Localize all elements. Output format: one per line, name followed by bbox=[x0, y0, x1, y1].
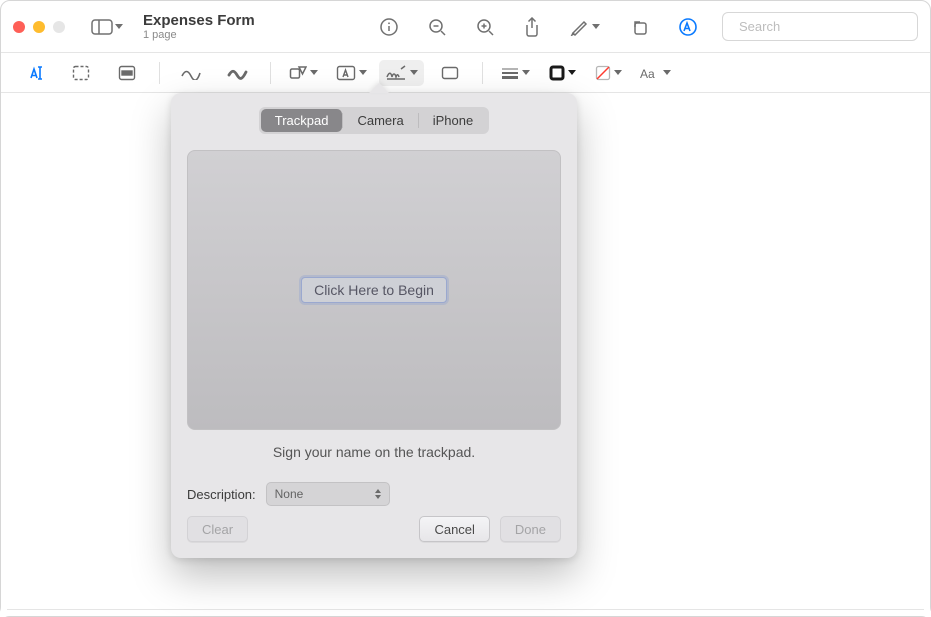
share-icon bbox=[524, 17, 540, 37]
redact-icon bbox=[118, 65, 136, 81]
done-button[interactable]: Done bbox=[500, 516, 561, 542]
zoom-in-icon bbox=[476, 18, 494, 36]
toolbar-right bbox=[374, 12, 918, 41]
chevron-down-icon bbox=[522, 70, 530, 75]
text-selection-tool[interactable] bbox=[15, 60, 55, 86]
signature-hint: Sign your name on the trackpad. bbox=[187, 444, 561, 460]
separator bbox=[482, 62, 483, 84]
info-button[interactable] bbox=[374, 13, 404, 41]
signature-tab-camera[interactable]: Camera bbox=[343, 109, 417, 132]
description-row: Description: None bbox=[187, 482, 561, 506]
text-cursor-icon bbox=[26, 64, 44, 82]
separator bbox=[270, 62, 271, 84]
chevron-down-icon bbox=[310, 70, 318, 75]
note-icon bbox=[441, 66, 459, 80]
sketch-tool[interactable] bbox=[172, 60, 212, 86]
rect-selection-tool[interactable] bbox=[61, 60, 101, 86]
signature-tool[interactable] bbox=[379, 60, 424, 86]
rotate-button[interactable] bbox=[624, 13, 654, 41]
note-tool[interactable] bbox=[430, 60, 470, 86]
updown-stepper-icon bbox=[373, 488, 383, 500]
chevron-down-icon bbox=[115, 24, 123, 29]
chevron-down-icon bbox=[410, 70, 418, 75]
signature-source-segmented-control: Trackpad Camera iPhone bbox=[259, 107, 489, 134]
search-input[interactable] bbox=[737, 18, 917, 35]
chevron-down-icon bbox=[568, 70, 576, 75]
svg-text:Aa: Aa bbox=[640, 67, 655, 80]
rect-select-icon bbox=[72, 65, 90, 81]
text-box-tool[interactable] bbox=[330, 60, 373, 86]
chevron-down-icon bbox=[614, 70, 622, 75]
redact-tool[interactable] bbox=[107, 60, 147, 86]
shapes-tool[interactable] bbox=[283, 60, 324, 86]
shapes-icon bbox=[289, 65, 307, 81]
text-style-icon: Aa bbox=[640, 66, 660, 80]
stroke-color-icon bbox=[549, 65, 565, 81]
sidebar-view-button[interactable] bbox=[85, 13, 129, 41]
markup-toolbar: Aa bbox=[1, 53, 930, 93]
markup-button[interactable] bbox=[672, 13, 704, 41]
canvas-footer-divider bbox=[7, 609, 924, 610]
document-title: Expenses Form bbox=[143, 12, 255, 29]
signature-popover: Trackpad Camera iPhone Click Here to Beg… bbox=[171, 93, 577, 558]
zoom-in-button[interactable] bbox=[470, 13, 500, 41]
signature-tab-iphone[interactable]: iPhone bbox=[419, 109, 487, 132]
search-field[interactable] bbox=[722, 12, 918, 41]
description-value: None bbox=[275, 487, 304, 501]
sidebar-icon bbox=[91, 19, 113, 35]
clear-button[interactable]: Clear bbox=[187, 516, 248, 542]
separator bbox=[159, 62, 160, 84]
draw-icon bbox=[227, 66, 249, 80]
signature-tab-trackpad[interactable]: Trackpad bbox=[261, 109, 343, 132]
minimize-window-button[interactable] bbox=[33, 21, 45, 33]
preview-window: Expenses Form 1 page bbox=[0, 0, 931, 617]
chevron-down-icon bbox=[663, 70, 671, 75]
sketch-icon bbox=[181, 66, 203, 80]
stroke-color-tool[interactable] bbox=[542, 60, 582, 86]
cancel-button[interactable]: Cancel bbox=[419, 516, 489, 542]
description-select[interactable]: None bbox=[266, 482, 390, 506]
fill-color-icon bbox=[595, 65, 611, 81]
window-controls bbox=[13, 21, 65, 33]
chevron-down-icon bbox=[359, 70, 367, 75]
maximize-window-button[interactable] bbox=[53, 21, 65, 33]
fill-color-tool[interactable] bbox=[588, 60, 628, 86]
begin-signing-button[interactable]: Click Here to Begin bbox=[301, 277, 447, 303]
highlight-icon bbox=[570, 18, 590, 36]
stroke-style-tool[interactable] bbox=[495, 60, 536, 86]
signature-pad[interactable]: Click Here to Begin bbox=[187, 150, 561, 430]
signature-icon bbox=[385, 65, 407, 81]
zoom-out-icon bbox=[428, 18, 446, 36]
markup-icon bbox=[678, 17, 698, 37]
rotate-icon bbox=[630, 18, 648, 36]
highlight-button[interactable] bbox=[564, 13, 606, 41]
description-label: Description: bbox=[187, 487, 256, 502]
popover-buttons: Clear Cancel Done bbox=[187, 516, 561, 542]
zoom-out-button[interactable] bbox=[422, 13, 452, 41]
lines-icon bbox=[501, 67, 519, 79]
text-style-tool[interactable]: Aa bbox=[634, 60, 677, 86]
info-icon bbox=[380, 18, 398, 36]
share-button[interactable] bbox=[518, 13, 546, 41]
textbox-icon bbox=[336, 65, 356, 81]
page-count-label: 1 page bbox=[143, 29, 255, 42]
close-window-button[interactable] bbox=[13, 21, 25, 33]
chevron-down-icon bbox=[592, 24, 600, 29]
document-title-block: Expenses Form 1 page bbox=[143, 12, 255, 42]
draw-tool[interactable] bbox=[218, 60, 258, 86]
titlebar: Expenses Form 1 page bbox=[1, 1, 930, 53]
